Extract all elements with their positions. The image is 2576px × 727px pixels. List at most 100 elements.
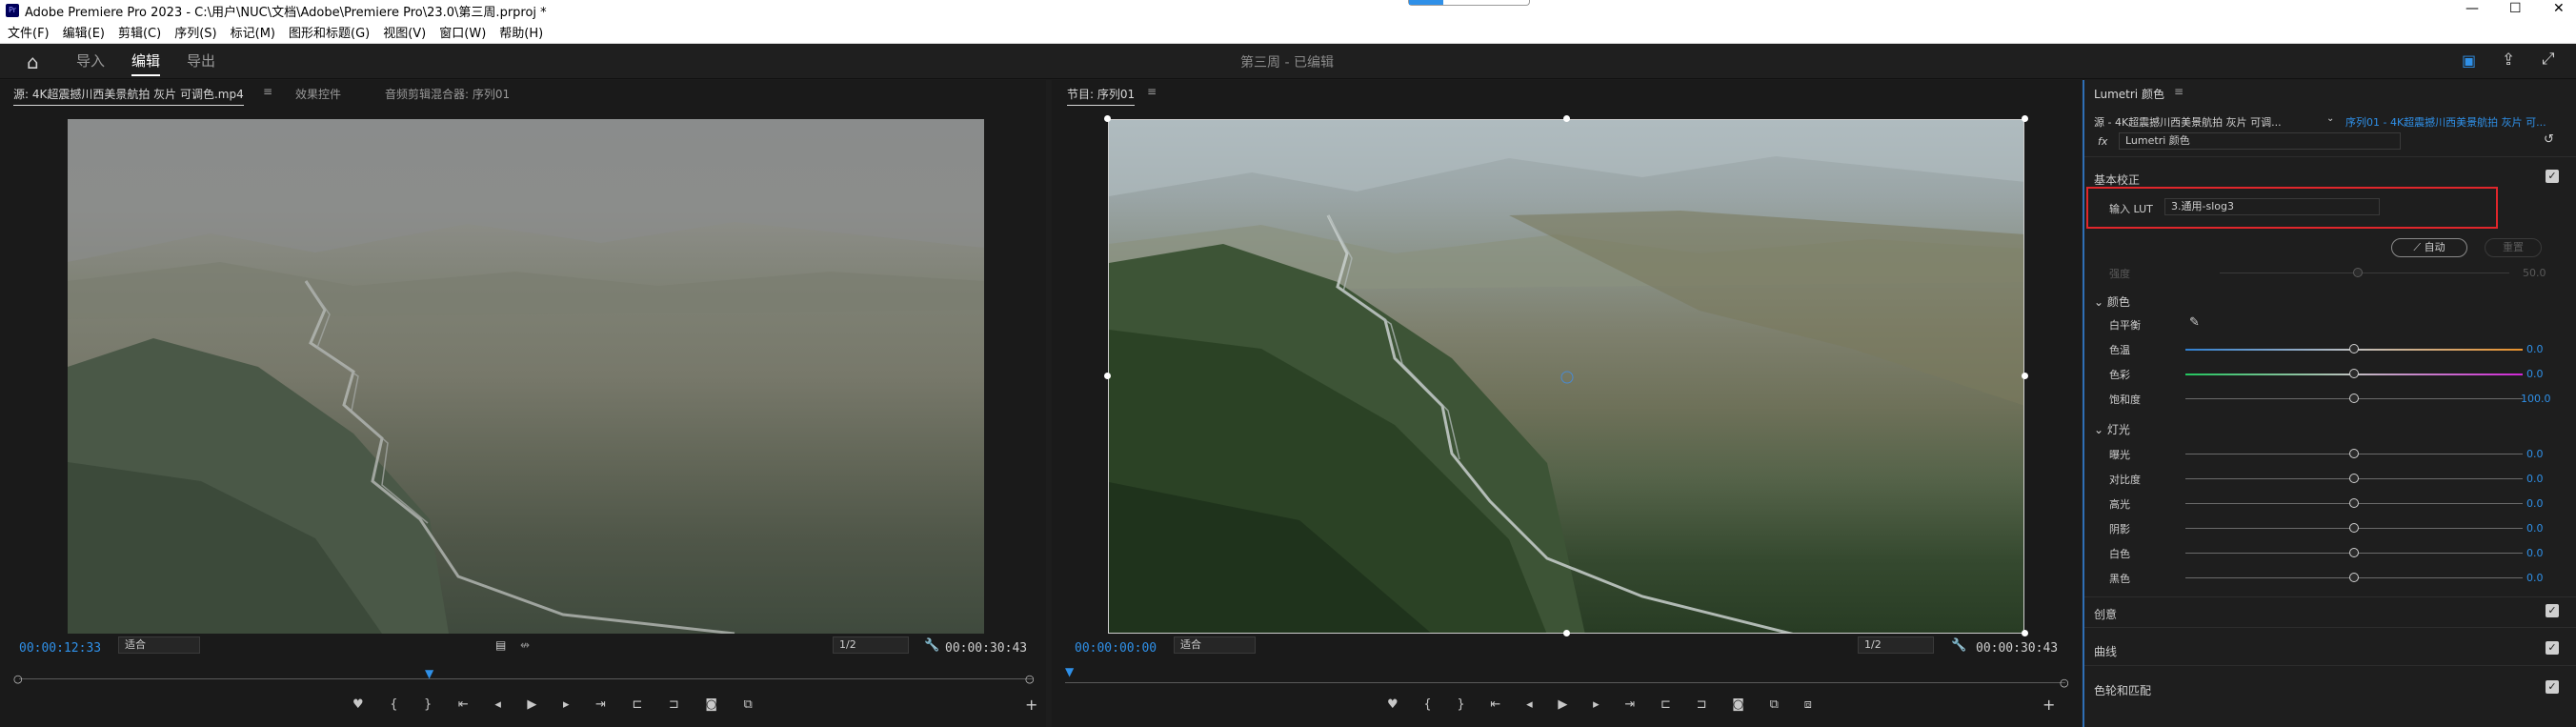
step-back-icon[interactable]: ◂ — [494, 697, 501, 717]
close-icon[interactable]: ✕ — [2553, 1, 2565, 16]
program-resolution-select[interactable]: 1/2 — [1858, 636, 1934, 654]
handle-bottom-mid[interactable] — [1563, 630, 1570, 636]
compare-icon[interactable]: ⧉ — [1770, 697, 1779, 717]
menu-icon[interactable]: ≡ — [1147, 85, 1157, 98]
play-icon[interactable]: ▶ — [527, 697, 536, 717]
insert-icon[interactable]: ⊏ — [632, 697, 642, 717]
go-to-out-icon[interactable]: ⇥ — [595, 697, 606, 717]
fx-select[interactable]: Lumetri 颜色 — [2119, 132, 2401, 150]
blacks-knob[interactable] — [2349, 573, 2359, 582]
step-back-icon[interactable]: ◂ — [1526, 697, 1533, 717]
marker-icon[interactable]: ♥ — [352, 697, 364, 717]
handle-top-mid[interactable] — [1563, 115, 1570, 122]
basic-correction-checkbox[interactable]: ✓ — [2546, 170, 2559, 183]
handle-top-left[interactable] — [1104, 115, 1111, 122]
camera-icon[interactable]: ◙ — [705, 697, 717, 717]
creative-section-header[interactable]: 创意 — [2094, 606, 2117, 622]
color-wheels-section-header[interactable]: 色轮和匹配 — [2094, 682, 2151, 698]
source-timecode[interactable]: 00:00:12:33 — [19, 641, 101, 656]
exposure-knob[interactable] — [2349, 449, 2359, 458]
menu-icon[interactable]: ≡ — [2174, 85, 2184, 98]
fullscreen-icon[interactable]: ⤢ — [2542, 50, 2555, 69]
wrench-icon[interactable]: 🔧 — [1951, 638, 1966, 653]
program-fit-select[interactable]: 适合 — [1174, 636, 1256, 654]
basic-correction-header[interactable]: 基本校正 — [2094, 172, 2140, 188]
minimize-icon[interactable]: — — [2465, 1, 2479, 16]
temperature-knob[interactable] — [2349, 344, 2359, 353]
menu-view[interactable]: 视图(V) — [383, 23, 426, 41]
playhead-icon[interactable]: ▼ — [425, 667, 433, 680]
tab-edit[interactable]: 编辑 — [131, 50, 161, 76]
handle-mid-left[interactable] — [1104, 373, 1111, 379]
step-forward-icon[interactable]: ▸ — [1593, 697, 1600, 717]
wrench-icon[interactable]: 🔧 — [924, 638, 939, 653]
curves-section-header[interactable]: 曲线 — [2094, 643, 2117, 659]
highlights-knob[interactable] — [2349, 498, 2359, 508]
source-video-frame[interactable] — [68, 119, 984, 634]
share-icon[interactable]: ⇪ — [2502, 50, 2515, 70]
anchor-point-icon[interactable] — [1560, 371, 1574, 384]
exposure-value[interactable]: 0.0 — [2526, 448, 2544, 460]
creative-checkbox[interactable]: ✓ — [2546, 604, 2559, 617]
marker-icon[interactable]: ♥ — [1387, 697, 1399, 717]
mark-in-icon[interactable]: { — [390, 697, 397, 717]
tab-import[interactable]: 导入 — [76, 50, 105, 71]
reset-button[interactable]: 重置 — [2485, 238, 2542, 257]
source-time-ruler[interactable] — [19, 678, 1033, 679]
add-button-icon[interactable]: + — [2043, 696, 2055, 714]
source-clip-label[interactable]: 源 - 4K超震撼川西美景航拍 灰片 可调... — [2094, 114, 2282, 130]
contrast-knob[interactable] — [2349, 474, 2359, 483]
tab-export[interactable]: 导出 — [187, 50, 215, 71]
split-icon[interactable]: ↮ — [520, 638, 530, 652]
menu-window[interactable]: 窗口(W) — [439, 23, 486, 41]
menu-sequence[interactable]: 序列(S) — [174, 23, 216, 41]
mark-out-icon[interactable]: } — [424, 697, 432, 717]
input-lut-select[interactable]: 3.通用-slog3 — [2164, 198, 2380, 215]
search-box[interactable] — [1408, 0, 1530, 6]
menu-markers[interactable]: 标记(M) — [231, 23, 275, 41]
camera-icon[interactable]: ◙ — [1732, 697, 1744, 717]
compare-icon[interactable]: ⧉ — [744, 697, 753, 717]
tab-effect-controls[interactable]: 效果控件 — [295, 86, 341, 102]
tab-source[interactable]: 源: 4K超震撼川西美景航拍 灰片 可调色.mp4 — [13, 86, 244, 106]
auto-button[interactable]: ⟋ 自动 — [2391, 238, 2467, 257]
toggle-icon[interactable]: ▤ — [495, 638, 506, 652]
step-forward-icon[interactable]: ▸ — [563, 697, 570, 717]
whites-value[interactable]: 0.0 — [2526, 547, 2544, 559]
tint-knob[interactable] — [2349, 369, 2359, 378]
home-icon[interactable]: ⌂ — [27, 50, 39, 73]
play-icon[interactable]: ▶ — [1558, 697, 1567, 717]
out-point-icon[interactable]: ○ — [2060, 677, 2069, 689]
quick-export-icon[interactable]: ▣ — [2462, 51, 2476, 70]
eyedropper-icon[interactable]: ✎ — [2189, 315, 2200, 330]
playhead-icon[interactable]: ▼ — [1065, 665, 1074, 678]
color-section-header[interactable]: ⌄ 颜色 — [2094, 293, 2130, 310]
mark-out-icon[interactable]: } — [1457, 697, 1464, 717]
tab-program[interactable]: 节目: 序列01 — [1067, 86, 1136, 106]
mark-in-icon[interactable]: { — [1423, 697, 1431, 717]
tab-audio-mixer[interactable]: 音频剪辑混合器: 序列01 — [385, 86, 510, 102]
reset-effect-icon[interactable]: ↺ — [2544, 132, 2554, 147]
handle-mid-right[interactable] — [2022, 373, 2028, 379]
handle-bottom-right[interactable] — [2022, 630, 2028, 636]
saturation-value[interactable]: 100.0 — [2521, 393, 2551, 405]
add-button-icon[interactable]: + — [1025, 696, 1037, 714]
curves-checkbox[interactable]: ✓ — [2546, 641, 2559, 655]
overwrite-icon[interactable]: ⊐ — [669, 697, 679, 717]
menu-help[interactable]: 帮助(H) — [499, 23, 543, 41]
program-timecode[interactable]: 00:00:00:00 — [1075, 641, 1157, 656]
sequence-clip-label[interactable]: 序列01 - 4K超震撼川西美景航拍 灰片 可... — [2345, 114, 2546, 130]
extract-icon[interactable]: ⊐ — [1697, 697, 1707, 717]
handle-top-right[interactable] — [2022, 115, 2028, 122]
shadows-value[interactable]: 0.0 — [2526, 522, 2544, 535]
chevron-down-icon[interactable]: ⌄ — [2326, 113, 2334, 124]
go-to-in-icon[interactable]: ⇤ — [458, 697, 469, 717]
lift-icon[interactable]: ⊏ — [1660, 697, 1671, 717]
shadows-knob[interactable] — [2349, 523, 2359, 533]
go-to-in-icon[interactable]: ⇤ — [1490, 697, 1500, 717]
blacks-value[interactable]: 0.0 — [2526, 572, 2544, 584]
source-fit-select[interactable]: 适合 — [118, 636, 200, 654]
light-section-header[interactable]: ⌄ 灯光 — [2094, 421, 2130, 437]
menu-clip[interactable]: 剪辑(C) — [118, 23, 161, 41]
lumetri-tab[interactable]: Lumetri 颜色 — [2094, 86, 2164, 102]
